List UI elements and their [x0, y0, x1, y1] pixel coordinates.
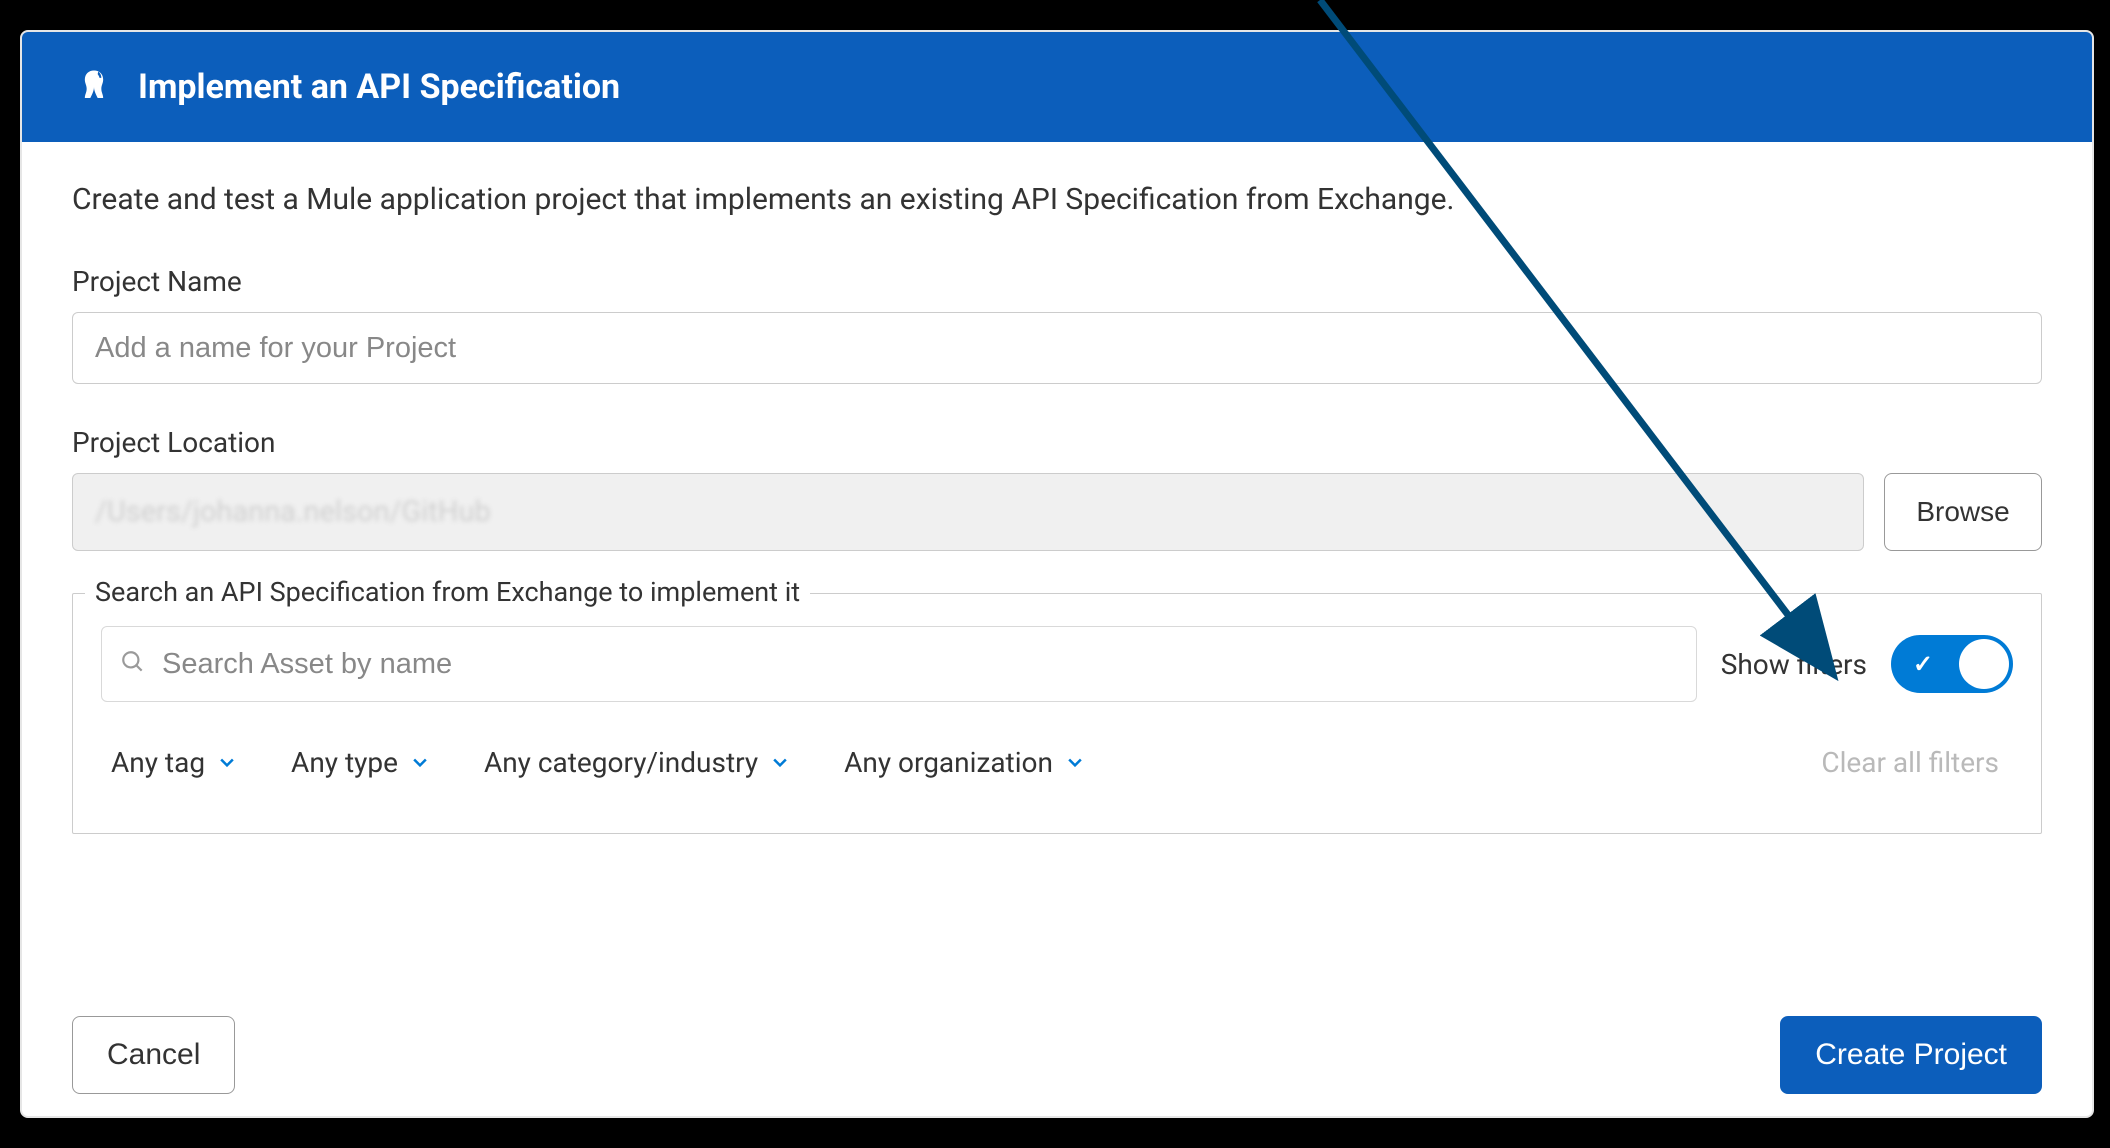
filter-type-label: Any type [291, 746, 398, 779]
project-location-field: Project Location /Users/johanna.nelson/G… [72, 426, 2042, 551]
search-asset-box[interactable] [101, 626, 1697, 702]
search-fieldset: Search an API Specification from Exchang… [72, 593, 2042, 834]
project-name-input[interactable] [72, 312, 2042, 384]
project-name-label: Project Name [72, 265, 2042, 298]
check-icon: ✓ [1913, 650, 1933, 678]
dialog-body: Create and test a Mule application proje… [22, 142, 2092, 834]
filter-organization[interactable]: Any organization [844, 746, 1085, 779]
search-asset-input[interactable] [160, 647, 1678, 682]
chevron-down-icon [217, 746, 237, 779]
cancel-button-label: Cancel [107, 1038, 200, 1072]
browse-button-label: Browse [1916, 496, 2009, 528]
dialog-header: Implement an API Specification [22, 32, 2092, 142]
clear-all-filters[interactable]: Clear all filters [1821, 746, 2013, 779]
filter-type[interactable]: Any type [291, 746, 430, 779]
filter-row: Any tag Any type Any category/industry [101, 746, 2013, 779]
show-filters-label: Show filters [1721, 648, 1867, 681]
project-name-field: Project Name [72, 265, 2042, 384]
dialog-title: Implement an API Specification [138, 67, 620, 107]
browse-button[interactable]: Browse [1884, 473, 2042, 551]
chevron-down-icon [770, 746, 790, 779]
project-location-label: Project Location [72, 426, 2042, 459]
toggle-knob [1959, 639, 2009, 689]
chevron-down-icon [410, 746, 430, 779]
create-project-button-label: Create Project [1815, 1038, 2007, 1072]
mule-logo-icon [72, 65, 116, 109]
chevron-down-icon [1065, 746, 1085, 779]
filter-category-label: Any category/industry [484, 746, 758, 779]
project-location-value: /Users/johanna.nelson/GitHub [95, 495, 491, 529]
search-icon [120, 649, 146, 679]
project-location-input: /Users/johanna.nelson/GitHub [72, 473, 1864, 551]
filter-tag[interactable]: Any tag [111, 746, 237, 779]
dialog-implement-api-spec: Implement an API Specification Create an… [20, 30, 2094, 1118]
create-project-button[interactable]: Create Project [1780, 1016, 2042, 1094]
dialog-footer: Cancel Create Project [72, 1016, 2042, 1094]
filter-category[interactable]: Any category/industry [484, 746, 790, 779]
dialog-description: Create and test a Mule application proje… [72, 180, 2042, 219]
show-filters-toggle[interactable]: ✓ [1891, 635, 2013, 693]
filter-organization-label: Any organization [844, 746, 1053, 779]
filter-tag-label: Any tag [111, 746, 205, 779]
cancel-button[interactable]: Cancel [72, 1016, 235, 1094]
search-fieldset-legend: Search an API Specification from Exchang… [85, 576, 810, 608]
